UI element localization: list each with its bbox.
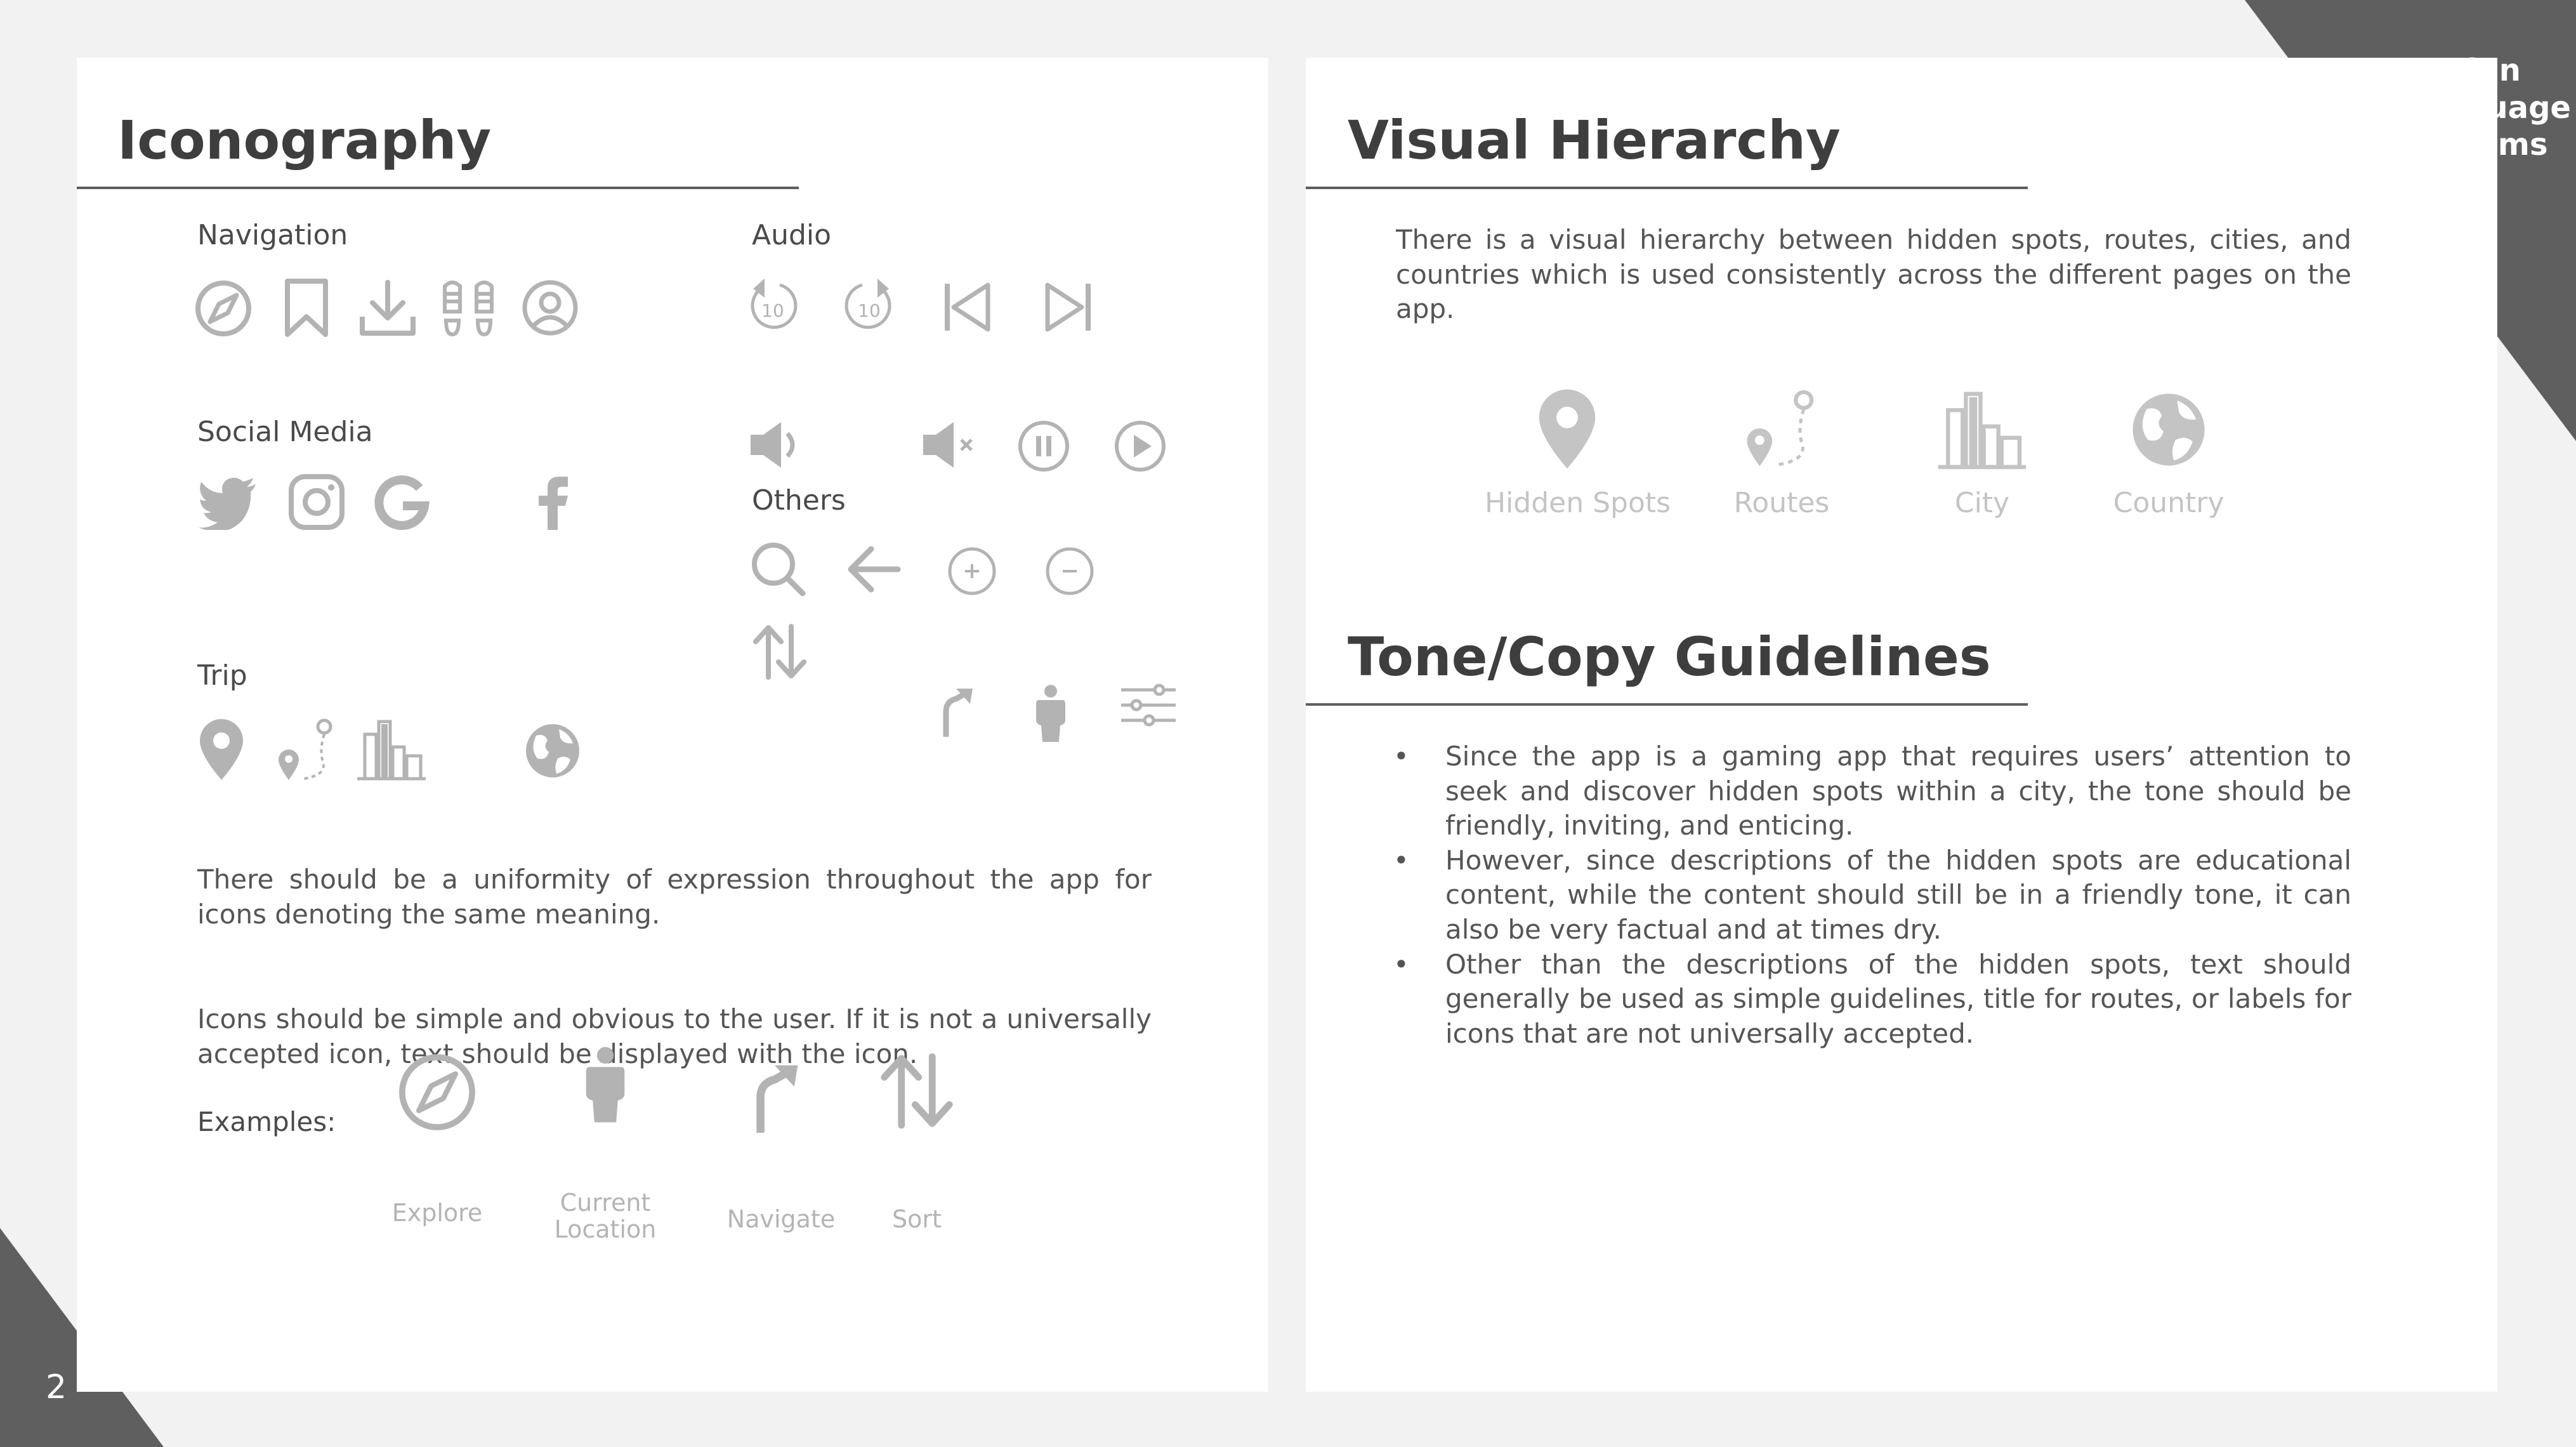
example-explore-icon [398, 1053, 476, 1132]
tone-bullet-3: Other than the descriptions of the hidde… [1393, 948, 2351, 1052]
tone-title: Tone/Copy Guidelines [1348, 626, 1991, 688]
skip-back-icon [942, 280, 993, 334]
tone-title-rule [1306, 703, 2028, 706]
example-sort-label: Sort [892, 1205, 942, 1233]
instagram-icon [287, 473, 346, 531]
navigate-icon [937, 686, 975, 737]
pause-icon [1017, 420, 1070, 473]
sliders-icon [1120, 684, 1177, 728]
globe-icon [523, 722, 582, 780]
example-navigate-caption: Navigate [711, 1206, 851, 1233]
hierarchy-routes-icon [1742, 389, 1821, 468]
bookmark-icon [282, 277, 331, 338]
example-sort-icon [877, 1052, 956, 1130]
example-current-location-icon [584, 1045, 626, 1124]
rewind-10-icon: 10 [746, 276, 800, 334]
audio-label: Audio [752, 219, 832, 251]
icon-simplicity-paragraph: Icons should be simple and obvious to th… [197, 1003, 1152, 1069]
example-current-location-label-1: Current [560, 1189, 651, 1217]
volume-icon [748, 420, 805, 470]
svg-text:10: 10 [761, 300, 784, 321]
icon-uniformity-paragraph: There should be a uniformity of expressi… [197, 864, 1152, 930]
example-current-location-caption: Current Location [546, 1189, 664, 1243]
arrow-left-icon [846, 544, 902, 595]
route-icon [275, 718, 338, 781]
forward-10-icon: 10 [842, 276, 897, 334]
download-icon [357, 277, 418, 338]
person-icon [1035, 684, 1067, 743]
tone-bullet-1: Since the app is a gaming app that requi… [1393, 739, 2351, 843]
example-current-location-label-2: Location [554, 1215, 657, 1243]
iconography-panel: Iconography Navigation Audio 10 10 Socia… [77, 58, 1268, 1392]
iconography-title: Iconography [117, 109, 492, 171]
guidelines-panel: Visual Hierarchy There is a visual hiera… [1306, 58, 2497, 1392]
iconography-title-rule [77, 187, 799, 189]
example-explore-label: Explore [391, 1199, 483, 1227]
hierarchy-hidden-spots-icon [1534, 388, 1600, 470]
hierarchy-city-label: City [1954, 487, 2010, 519]
zoom-out-icon [1045, 546, 1094, 596]
examples-label: Examples: [197, 1106, 336, 1137]
footprints-icon [440, 277, 497, 338]
svg-text:10: 10 [858, 300, 881, 321]
social-media-label: Social Media [197, 416, 373, 448]
page-number: 2 [46, 1368, 67, 1406]
compass-icon [195, 280, 252, 337]
search-icon [749, 540, 806, 597]
zoom-in-icon [947, 546, 997, 596]
example-navigate-icon [748, 1062, 801, 1133]
navigation-label: Navigation [197, 219, 348, 251]
visual-hierarchy-title: Visual Hierarchy [1348, 109, 1841, 171]
play-icon [1114, 420, 1167, 473]
twitter-icon [197, 477, 258, 530]
visual-hierarchy-title-rule [1306, 187, 2028, 189]
tone-bullet-list: Since the app is a gaming app that requi… [1393, 739, 2351, 1051]
trip-label: Trip [197, 659, 247, 692]
google-icon [374, 474, 430, 530]
hierarchy-country-icon [2129, 390, 2208, 469]
example-navigate-label: Navigate [726, 1205, 836, 1233]
map-pin-icon [197, 718, 246, 781]
skip-forward-icon [1042, 280, 1093, 334]
others-label: Others [752, 484, 846, 517]
city-icon [356, 718, 427, 781]
hierarchy-routes-label: Routes [1733, 487, 1830, 519]
user-profile-icon [521, 279, 579, 337]
example-explore-caption: Explore [374, 1199, 501, 1227]
visual-hierarchy-paragraph: There is a visual hierarchy between hidd… [1396, 224, 2351, 325]
hierarchy-country-label: Country [2113, 487, 2224, 519]
mute-icon [921, 420, 978, 470]
tone-bullet-2: However, since descriptions of the hidde… [1393, 843, 2351, 948]
hierarchy-city-icon [1935, 389, 2029, 470]
example-sort-caption: Sort [853, 1206, 980, 1233]
hierarchy-hidden-spots-label: Hidden Spots [1485, 487, 1671, 519]
sort-icon [751, 623, 809, 681]
facebook-icon [535, 473, 570, 531]
